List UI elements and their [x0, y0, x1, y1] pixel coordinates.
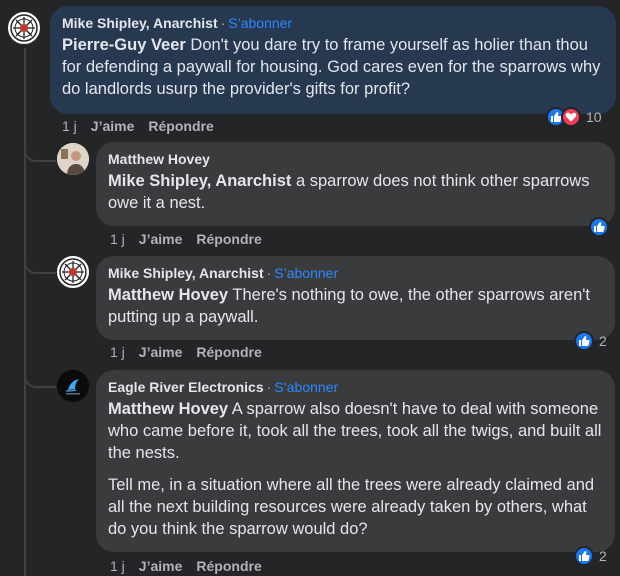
separator-dot: ·: [220, 15, 226, 31]
reply-button[interactable]: Répondre: [196, 344, 261, 360]
follow-button[interactable]: S’abonner: [228, 15, 292, 31]
thread-connector: [24, 250, 56, 274]
separator-dot: ·: [266, 265, 272, 281]
like-reaction-icon: [574, 331, 594, 351]
love-reaction-icon: [561, 107, 581, 127]
like-button[interactable]: J’aime: [91, 118, 135, 134]
mention-link[interactable]: Matthew Hovey: [108, 400, 228, 418]
comment-actions: 1 j J’aime Répondre: [110, 558, 276, 574]
reply-button[interactable]: Répondre: [148, 118, 213, 134]
comment-time[interactable]: 1 j: [62, 118, 77, 134]
like-button[interactable]: J’aime: [139, 558, 183, 574]
thread-line: [24, 48, 26, 576]
anarchist-logo-icon: [59, 258, 87, 286]
comment-text-paragraph: Tell me, in a situation where all the tr…: [108, 476, 595, 538]
like-reaction-icon: [574, 546, 594, 566]
reply-button[interactable]: Répondre: [196, 231, 261, 247]
avatar-mike-shipley[interactable]: [57, 256, 89, 288]
comment-time[interactable]: 1 j: [110, 231, 125, 247]
reaction-summary[interactable]: 2: [574, 545, 607, 567]
comment-bubble: Eagle River Electronics · S’abonner Matthe…: [96, 370, 615, 552]
follow-button[interactable]: S’abonner: [274, 265, 338, 281]
reaction-count: 2: [599, 333, 607, 349]
follow-button[interactable]: S’abonner: [274, 379, 338, 395]
comment-text: Mike Shipley, Anarchist a sparrow does n…: [108, 170, 603, 214]
comment-bubble: Mike Shipley, Anarchist · S’abonner Matthe…: [96, 256, 615, 340]
comment-bubble: Matthew Hovey Mike Shipley, Anarchist a …: [96, 142, 615, 226]
mention-link[interactable]: Matthew Hovey: [108, 286, 228, 304]
mention-link[interactable]: Mike Shipley, Anarchist: [108, 172, 291, 190]
separator-dot: ·: [266, 379, 272, 395]
comment-author[interactable]: Mike Shipley, Anarchist: [62, 15, 218, 31]
comment-actions: 1 j J’aime Répondre: [110, 231, 276, 247]
anarchist-logo-icon: [10, 14, 38, 42]
eagle-river-logo-icon: [57, 370, 89, 402]
comment-actions: 1 j J’aime Répondre: [62, 118, 228, 134]
comment-text: Matthew Hovey There's nothing to owe, th…: [108, 284, 603, 328]
comment-actions: 1 j J’aime Répondre: [110, 344, 276, 360]
mention-link[interactable]: Pierre-Guy Veer: [62, 36, 186, 54]
profile-photo-icon: [57, 143, 89, 175]
comment-time[interactable]: 1 j: [110, 344, 125, 360]
reaction-summary[interactable]: [589, 216, 609, 238]
thread-connector: [24, 364, 56, 388]
like-button[interactable]: J’aime: [139, 231, 183, 247]
reaction-summary[interactable]: 10: [544, 105, 606, 129]
comment-author[interactable]: Eagle River Electronics: [108, 379, 264, 395]
like-reaction-icon: [589, 217, 609, 237]
reaction-count: 2: [599, 548, 607, 564]
avatar-mike-shipley[interactable]: [8, 12, 40, 44]
avatar-eagle-river[interactable]: [57, 370, 89, 402]
comment-author[interactable]: Matthew Hovey: [108, 151, 210, 167]
comment-author[interactable]: Mike Shipley, Anarchist: [108, 265, 264, 281]
comment-time[interactable]: 1 j: [110, 558, 125, 574]
comment-bubble: Mike Shipley, Anarchist · S’abonner Pierre…: [50, 6, 616, 114]
comment-text: Pierre-Guy Veer Don't you dare try to fr…: [62, 34, 604, 100]
reaction-summary[interactable]: 2: [574, 330, 607, 352]
reply-button[interactable]: Répondre: [196, 558, 261, 574]
thread-connector: [24, 140, 56, 162]
avatar-matthew-hovey[interactable]: [57, 143, 89, 175]
comment-text: Matthew Hovey A sparrow also doesn't hav…: [108, 398, 603, 464]
reaction-count: 10: [586, 109, 602, 125]
like-button[interactable]: J’aime: [139, 344, 183, 360]
